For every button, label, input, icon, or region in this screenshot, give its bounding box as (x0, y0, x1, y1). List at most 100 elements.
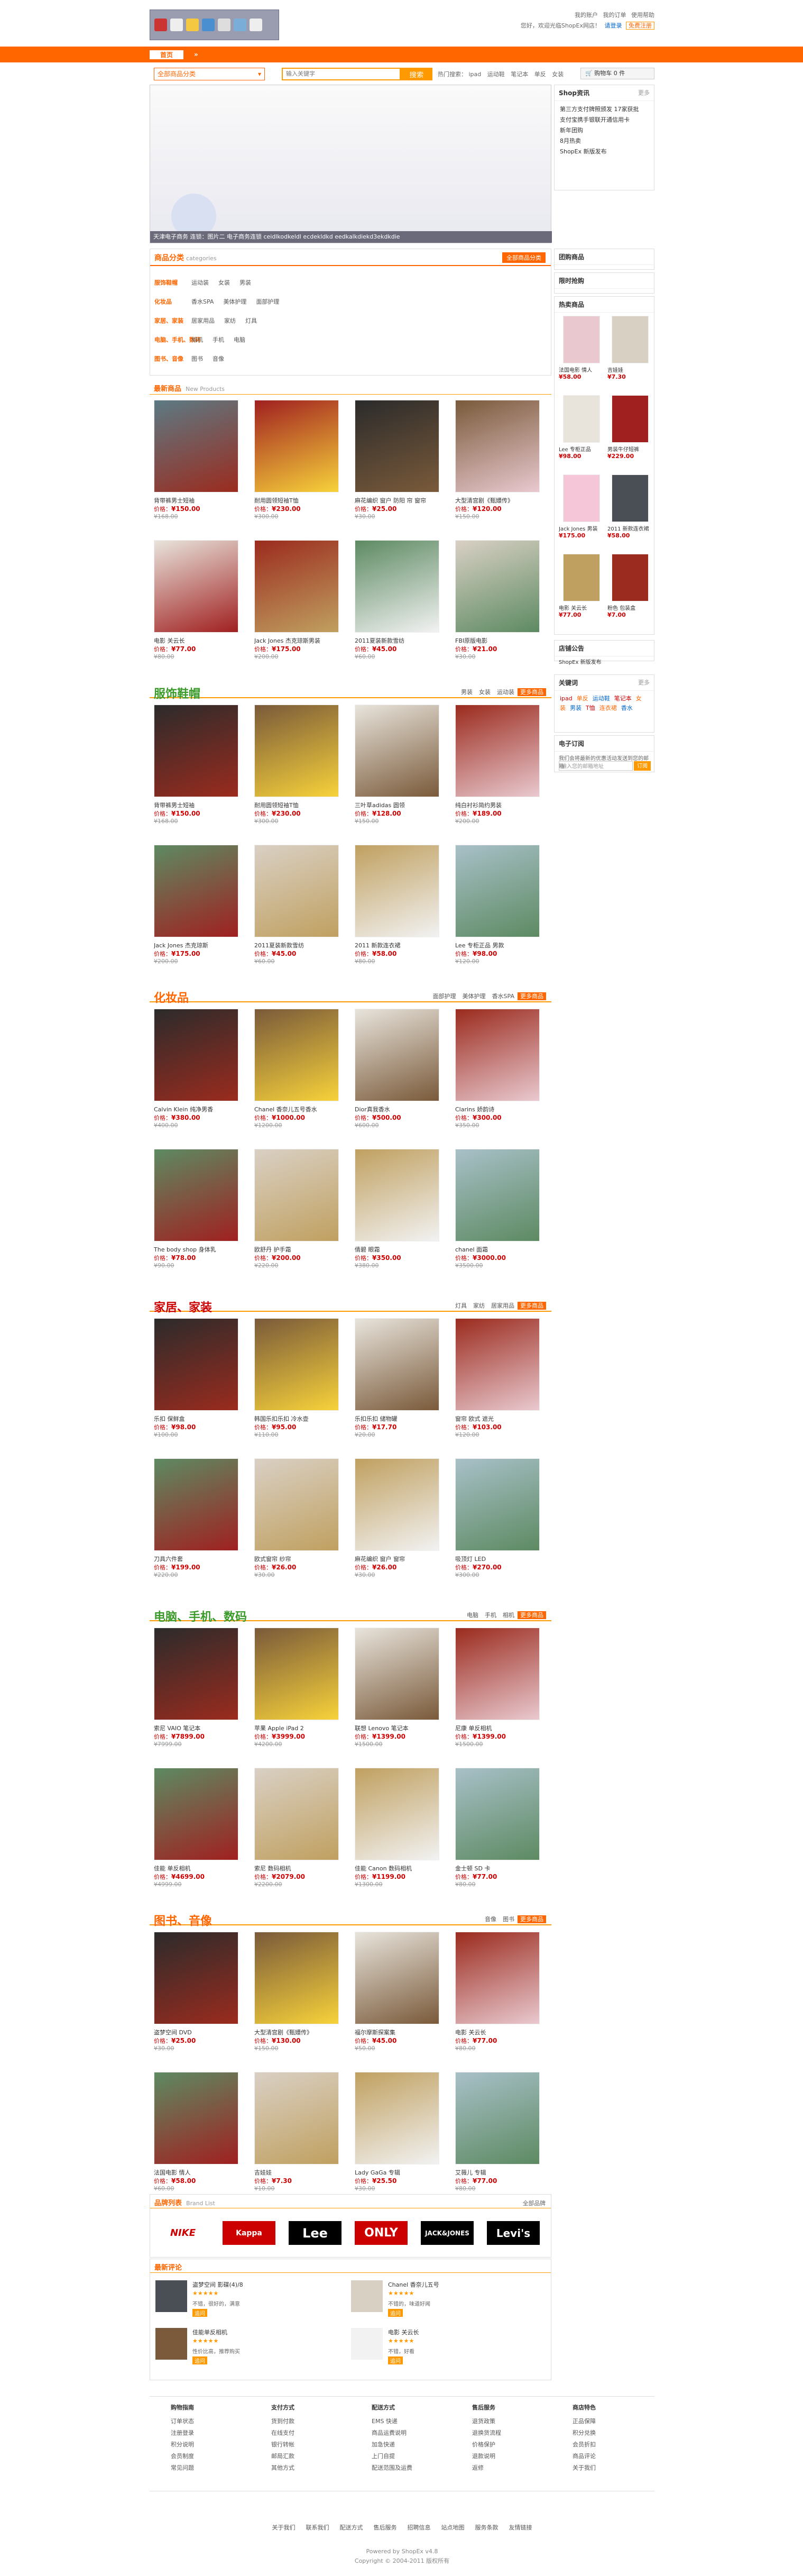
footer-link[interactable]: 正品保障 (573, 2416, 657, 2427)
category-link[interactable]: 美体护理 (223, 298, 246, 305)
footer-link[interactable]: 会员制度 (171, 2451, 255, 2462)
product-image[interactable] (154, 1458, 238, 1551)
product-card[interactable]: 韩国乐扣乐扣 冷水壶 价格：¥95.00 ¥110.00 (250, 1318, 343, 1450)
footer-nav-link[interactable]: 服务条款 (475, 2524, 499, 2531)
product-name[interactable]: 吉娃娃 (254, 2168, 341, 2177)
footer-link[interactable]: 关于我们 (573, 2462, 657, 2474)
product-card[interactable]: 2011夏装新款雪纺 价格：¥45.00 ¥60.00 (350, 540, 443, 672)
search-button[interactable]: 搜索 (401, 68, 432, 80)
review-product-name[interactable]: 佳能单反相机 (192, 2328, 227, 2336)
product-image[interactable] (154, 1009, 238, 1101)
product-name[interactable]: 倩碧 眼霜 (355, 1245, 442, 1254)
all-categories-button[interactable]: 全部商品分类 (502, 252, 546, 263)
product-name[interactable]: 2011夏装新款雪纺 (355, 636, 442, 645)
nav-home[interactable]: 首页 (150, 50, 184, 59)
category-link[interactable]: 男装 (239, 279, 251, 286)
product-image[interactable] (355, 1458, 439, 1551)
more-products-link[interactable]: 更多商品 (518, 1915, 546, 1923)
login-link[interactable]: 请登录 (605, 22, 622, 29)
product-card[interactable]: 背带裤男士短袖 价格：¥150.00 ¥168.00 (150, 400, 242, 532)
product-name[interactable]: 乐扣乐扣 储物罐 (355, 1414, 442, 1423)
category-row-label[interactable]: 服饰鞋帽 (154, 276, 191, 290)
register-button[interactable]: 免费注册 (626, 22, 654, 30)
brand-logo[interactable]: JACK&JONES (421, 2221, 474, 2245)
product-card[interactable]: 欧舒丹 护手霜 价格：¥200.00 ¥220.00 (250, 1149, 343, 1281)
my-account-link[interactable]: 我的账户 (575, 12, 598, 19)
product-name[interactable]: Clarins 娇韵诗 (455, 1105, 542, 1113)
product-card[interactable]: 乐扣 保鲜盒 价格：¥98.00 ¥100.00 (150, 1318, 242, 1450)
hot-sale-item[interactable]: 粉色 包装盒 ¥7.00 (607, 554, 652, 628)
product-image[interactable] (455, 1628, 540, 1720)
search-input[interactable] (282, 68, 401, 80)
product-image[interactable] (154, 705, 238, 797)
brand-logo[interactable]: ONLY (355, 2221, 408, 2245)
hot-sale-name[interactable]: 2011 新款连衣裙 (607, 524, 652, 532)
section-link[interactable]: 相机 (503, 1612, 514, 1619)
news-more-link[interactable]: 更多 (638, 88, 650, 97)
hot-sale-image[interactable] (562, 554, 600, 601)
product-name[interactable]: 耐用圆领短袖T恤 (254, 496, 341, 505)
product-card[interactable]: 大型清宫剧《甄嬛传》 价格：¥130.00 ¥150.00 (250, 1932, 343, 2064)
footer-nav-link[interactable]: 友情链接 (509, 2524, 532, 2531)
product-image[interactable] (355, 1628, 439, 1720)
section-link[interactable]: 面部护理 (433, 993, 456, 1000)
footer-link[interactable]: 货到付款 (271, 2416, 356, 2427)
footer-link[interactable]: 加急快递 (372, 2439, 456, 2451)
section-link[interactable]: 手机 (485, 1612, 496, 1619)
hot-sale-name[interactable]: Jack Jones 男装 (559, 524, 604, 532)
product-image[interactable] (355, 1009, 439, 1101)
my-orders-link[interactable]: 我的订单 (603, 12, 626, 19)
review-reply-button[interactable]: 追问 (388, 2356, 403, 2364)
footer-link[interactable]: 积分说明 (171, 2439, 255, 2451)
category-row-label[interactable]: 图书、音像 (154, 352, 191, 367)
footer-nav-link[interactable]: 关于我们 (272, 2524, 296, 2531)
hot-sale-name[interactable]: 男装牛仔短裤 (607, 445, 652, 453)
product-name[interactable]: 索尼 数码相机 (254, 1864, 341, 1872)
product-card[interactable]: Dior真我香水 价格：¥500.00 ¥600.00 (350, 1009, 443, 1141)
product-card[interactable]: 金士顿 SD 卡价格：¥77.00 ¥80.00 (451, 1768, 543, 1900)
product-image[interactable] (154, 2072, 238, 2164)
category-link[interactable]: 手机 (213, 336, 224, 343)
product-name[interactable]: 2011夏装新款雪纺 (254, 941, 341, 949)
product-card[interactable]: Jack Jones 杰克琼斯男装 价格：¥175.00 ¥200.00 (250, 540, 343, 672)
product-card[interactable]: 尼康 单反相机 价格：¥1399.00 ¥1500.00 (451, 1628, 543, 1760)
brand-logo[interactable]: Kappa (223, 2221, 275, 2245)
category-link[interactable]: 女装 (218, 279, 230, 286)
product-card[interactable]: Chanel 香奈儿五号香水 价格：¥1000.00 ¥1200.00 (250, 1009, 343, 1141)
product-name[interactable]: 电影 关云长 (154, 636, 241, 645)
product-image[interactable] (254, 1628, 339, 1720)
review-reply-button[interactable]: 追问 (388, 2309, 403, 2317)
product-card[interactable]: Jack Jones 杰克琼斯 价格：¥175.00 ¥200.00 (150, 845, 242, 977)
hot-sale-item[interactable]: 吉娃娃 ¥7.30 (607, 316, 652, 390)
product-image[interactable] (455, 1318, 540, 1411)
hot-sale-item[interactable]: 2011 新款连衣裙 ¥58.00 (607, 474, 652, 549)
product-card[interactable]: 苹果 Apple iPad 2 价格：¥3999.00 ¥4200.00 (250, 1628, 343, 1760)
category-link[interactable]: 音像 (213, 355, 224, 362)
product-name[interactable]: 大型清宫剧《甄嬛传》 (455, 496, 542, 505)
product-name[interactable]: 窗帘 欧式 遮光 (455, 1414, 542, 1423)
banner-slider[interactable]: 天津电子商务 连锁：图片二 电子商务连锁 ceidlkodkeldl ecdek… (150, 85, 552, 243)
product-image[interactable] (254, 540, 339, 633)
footer-link[interactable]: 返修 (472, 2462, 557, 2474)
all-brands-link[interactable]: 全部品牌 (523, 2199, 546, 2207)
product-name[interactable]: 韩国乐扣乐扣 冷水壶 (254, 1414, 341, 1423)
category-link[interactable]: 香水SPA (191, 298, 214, 305)
section-link[interactable]: 电脑 (467, 1612, 478, 1619)
product-image[interactable] (254, 845, 339, 937)
category-link[interactable]: 电脑 (234, 336, 245, 343)
product-name[interactable]: 欧舒丹 护手霜 (254, 1245, 341, 1254)
product-name[interactable]: 三叶草adidas 圆领 (355, 801, 442, 809)
footer-link[interactable]: 商品运费说明 (372, 2427, 456, 2439)
footer-nav-link[interactable]: 配送方式 (340, 2524, 363, 2531)
product-name[interactable]: Chanel 香奈儿五号香水 (254, 1105, 341, 1113)
product-card[interactable]: 吉娃娃 价格：¥7.30 ¥10.00 (250, 2072, 343, 2204)
review-product-image[interactable] (155, 2328, 187, 2360)
product-image[interactable] (455, 705, 540, 797)
product-name[interactable]: 尼康 单反相机 (455, 1724, 542, 1732)
more-products-link[interactable]: 更多商品 (518, 1611, 546, 1619)
footer-link[interactable]: 在线支付 (271, 2427, 356, 2439)
section-link[interactable]: 音像 (485, 1916, 496, 1923)
footer-link[interactable]: 配送范围及运费 (372, 2462, 456, 2474)
more-products-link[interactable]: 更多商品 (518, 688, 546, 696)
category-link[interactable]: 运动装 (191, 279, 209, 286)
